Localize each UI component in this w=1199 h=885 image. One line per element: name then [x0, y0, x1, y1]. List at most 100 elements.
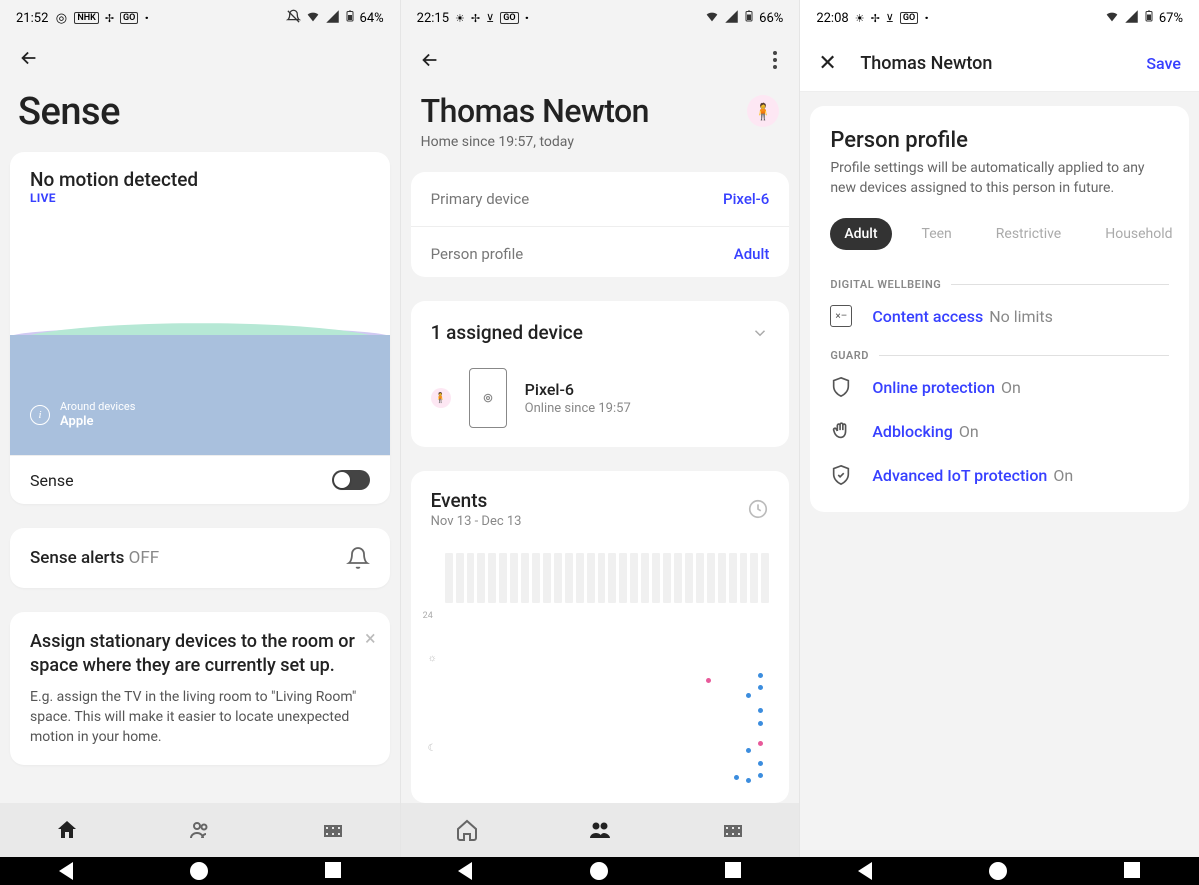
- avatar[interactable]: 🧍: [747, 95, 779, 127]
- status-bar: 22:15 ☀ ✢ ⊻ GO · 66%: [401, 0, 800, 36]
- battery-pct: 66%: [759, 11, 783, 26]
- sys-recents-button[interactable]: [1124, 862, 1140, 878]
- profile-card: Person profile Profile settings will be …: [810, 106, 1189, 512]
- nav-people[interactable]: [134, 818, 266, 842]
- menu-button[interactable]: [769, 47, 781, 73]
- nav-home[interactable]: [401, 818, 533, 842]
- events-card: Events Nov 13 - Dec 13 24 ☼ ☾: [411, 471, 790, 803]
- shield-check-icon: [830, 464, 852, 486]
- status-check-icon: ⊻: [886, 12, 894, 25]
- info-icon[interactable]: i: [30, 405, 50, 425]
- sys-home-button[interactable]: [590, 862, 608, 880]
- events-range: Nov 13 - Dec 13: [431, 514, 522, 529]
- chart-y-label: 24: [423, 611, 433, 621]
- assigned-expand-row[interactable]: 1 assigned device: [411, 301, 790, 364]
- iot-label: Advanced IoT protection: [872, 466, 1047, 485]
- nav-home[interactable]: [1, 818, 133, 842]
- sys-home-button[interactable]: [989, 862, 1007, 880]
- moon-icon: ☾: [428, 743, 437, 754]
- status-dot-icon: ·: [144, 13, 149, 23]
- person-name: Thomas Newton: [421, 92, 649, 130]
- online-value: On: [1001, 378, 1021, 397]
- adblock-value: On: [959, 422, 979, 441]
- battery-icon: [743, 8, 755, 28]
- motion-card: No motion detected LIVE i Around devices…: [10, 152, 390, 504]
- signal-icon: [1124, 9, 1139, 28]
- phone-icon: [469, 368, 507, 428]
- device-name: Pixel-6: [525, 380, 631, 399]
- alerts-label: Sense alerts: [30, 548, 124, 568]
- sys-home-button[interactable]: [190, 862, 208, 880]
- status-time: 22:15: [417, 11, 449, 26]
- events-chart: 24 ☼ ☾: [431, 553, 770, 803]
- chip-restrictive[interactable]: Restrictive: [982, 218, 1075, 250]
- status-glyph-icon: ✢: [471, 12, 480, 25]
- shield-icon: [830, 376, 852, 398]
- sys-recents-button[interactable]: [325, 862, 341, 878]
- assigned-devices-card: 1 assigned device 🧍 Pixel-6 Online since…: [411, 301, 790, 447]
- instagram-icon: ◎: [54, 11, 68, 25]
- android-nav-bar: [0, 857, 1199, 885]
- person-status: Home since 19:57, today: [401, 130, 800, 160]
- device-item[interactable]: 🧍 Pixel-6 Online since 19:57: [411, 364, 790, 447]
- sys-back-button[interactable]: [858, 862, 872, 880]
- back-button[interactable]: [419, 46, 447, 74]
- setting-online-protection[interactable]: Online protectionOn: [830, 376, 1169, 398]
- setting-content-access[interactable]: ×– Content accessNo limits: [830, 305, 1169, 327]
- status-glyph-icon: ☀: [455, 12, 465, 25]
- chip-adult[interactable]: Adult: [830, 218, 891, 250]
- alerts-state: OFF: [129, 548, 160, 568]
- primary-device-value: Pixel-6: [723, 190, 769, 208]
- primary-device-label: Primary device: [431, 190, 530, 208]
- back-button[interactable]: [18, 44, 46, 72]
- appbar-title: Thomas Newton: [860, 53, 1146, 74]
- device-avatar-icon: 🧍: [431, 388, 451, 408]
- status-badge-icon: GO: [900, 12, 918, 24]
- motion-live-badge: LIVE: [30, 191, 370, 205]
- sys-recents-button[interactable]: [725, 862, 741, 878]
- setting-adblocking[interactable]: Adblocking On: [830, 420, 1169, 442]
- content-icon: ×–: [830, 305, 852, 327]
- nav-grid[interactable]: [667, 818, 799, 842]
- motion-wave-chart: i Around devices Apple: [10, 255, 390, 455]
- tip-body: E.g. assign the TV in the living room to…: [30, 687, 370, 748]
- clock-icon[interactable]: [747, 498, 769, 520]
- status-time: 21:52: [16, 11, 48, 26]
- bell-icon: [346, 546, 370, 570]
- motion-title: No motion detected: [30, 168, 370, 191]
- nav-grid[interactable]: [267, 818, 399, 842]
- chart-bars: [445, 553, 770, 603]
- battery-icon: [1143, 8, 1155, 28]
- hand-icon: [830, 420, 852, 442]
- chip-household[interactable]: Household: [1091, 218, 1186, 250]
- bell-off-icon: [286, 9, 301, 28]
- save-button[interactable]: Save: [1146, 54, 1181, 73]
- status-bar: 22:08 ☀ ✢ ⊻ GO · 67%: [800, 0, 1199, 36]
- setting-iot-protection[interactable]: Advanced IoT protectionOn: [830, 464, 1169, 486]
- sys-back-button[interactable]: [59, 862, 73, 880]
- adblock-label: Adblocking: [872, 422, 953, 441]
- sense-toggle[interactable]: [332, 470, 370, 490]
- signal-icon: [325, 9, 340, 28]
- signal-icon: [724, 9, 739, 28]
- battery-pct: 64%: [360, 11, 384, 26]
- wifi-icon: [704, 8, 720, 28]
- nav-people[interactable]: [534, 818, 666, 842]
- chip-teen[interactable]: Teen: [908, 218, 966, 250]
- around-value: Apple: [60, 414, 135, 431]
- status-badge-icon: GO: [120, 12, 138, 24]
- section-guard: GUARD: [830, 349, 1169, 362]
- person-profile-row[interactable]: Person profile Adult: [411, 227, 790, 277]
- content-value: No limits: [989, 307, 1053, 326]
- status-dot-icon: ·: [924, 13, 929, 23]
- close-button[interactable]: ✕: [818, 51, 846, 76]
- sys-back-button[interactable]: [458, 862, 472, 880]
- tip-close-button[interactable]: ×: [365, 626, 376, 650]
- chevron-down-icon: [751, 324, 769, 342]
- tip-title: Assign stationary devices to the room or…: [30, 630, 370, 679]
- sun-icon: ☼: [428, 653, 437, 664]
- profile-chips: Adult Teen Restrictive Household: [830, 218, 1169, 250]
- sense-alerts-row[interactable]: Sense alerts OFF: [10, 528, 390, 588]
- primary-device-row[interactable]: Primary device Pixel-6: [411, 172, 790, 227]
- bottom-nav: [401, 803, 800, 857]
